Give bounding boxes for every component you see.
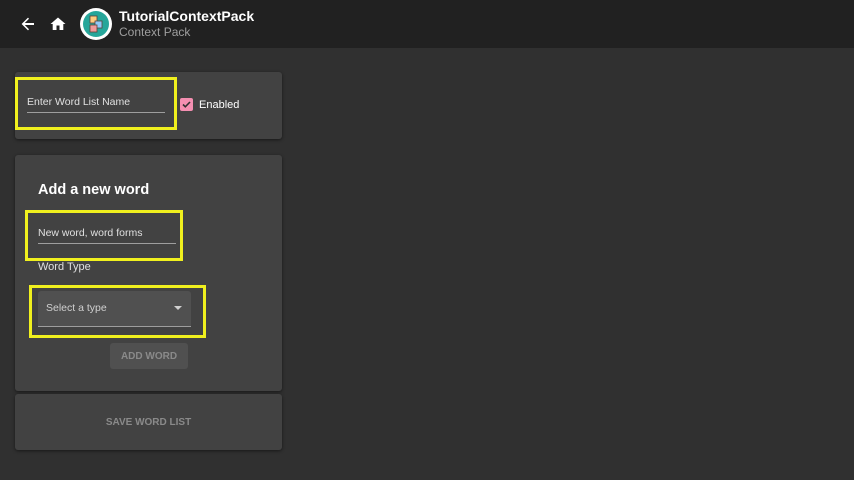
enabled-label: Enabled [199, 98, 240, 111]
enabled-checkbox[interactable] [180, 98, 193, 111]
save-word-list-button[interactable]: SAVE WORD LIST [15, 394, 282, 450]
app-title: TutorialContextPack [119, 8, 255, 24]
new-word-input[interactable]: New word, word forms [38, 227, 176, 244]
enabled-checkbox-row[interactable]: Enabled [180, 98, 239, 111]
word-type-select[interactable]: Select a type [38, 291, 191, 327]
back-arrow-icon[interactable] [16, 12, 40, 36]
home-icon[interactable] [46, 12, 70, 36]
app-bar: TutorialContextPack Context Pack [0, 0, 854, 48]
word-type-select-value: Select a type [46, 302, 107, 314]
word-type-label: Word Type [38, 261, 91, 273]
app-title-block: TutorialContextPack Context Pack [119, 8, 254, 40]
word-list-name-input[interactable]: Enter Word List Name [27, 96, 165, 113]
add-word-title: Add a new word [38, 182, 150, 198]
dropdown-arrow-icon [174, 306, 182, 310]
add-word-button[interactable]: ADD WORD [110, 343, 188, 369]
app-subtitle: Context Pack [119, 25, 191, 39]
app-logo-icon [80, 8, 112, 40]
